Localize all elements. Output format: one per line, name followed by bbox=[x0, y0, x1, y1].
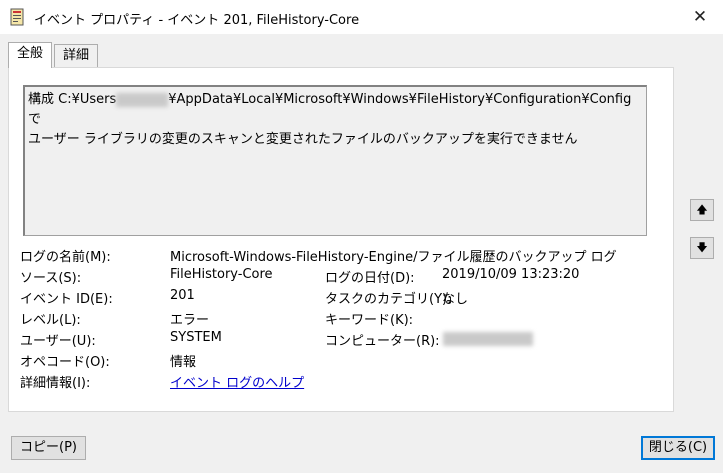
window-title: イベント プロパティ - イベント 201, FileHistory-Core bbox=[34, 13, 360, 28]
event-id-label: イベント ID(E): bbox=[20, 292, 113, 307]
opcode-label: オペコード(O): bbox=[20, 355, 110, 370]
close-icon: ✕ bbox=[692, 7, 708, 27]
event-id-value[interactable]: 201 bbox=[170, 288, 195, 303]
task-category-value[interactable]: なし bbox=[442, 288, 468, 307]
previous-event-button[interactable]: 🡅 bbox=[690, 199, 714, 221]
general-tab-panel: 構成 C:¥Users ¥AppData¥Local¥Microsoft¥Wind… bbox=[8, 67, 674, 412]
level-label: レベル(L): bbox=[20, 313, 81, 328]
more-info-label: 詳細情報(I): bbox=[20, 376, 91, 391]
keywords-label: キーワード(K): bbox=[325, 313, 414, 328]
title-bar: イベント プロパティ - イベント 201, FileHistory-Core … bbox=[0, 0, 723, 34]
description-prefix: 構成 C:¥Users bbox=[28, 92, 117, 107]
tab-details[interactable]: 詳細 bbox=[54, 44, 99, 67]
log-name-label: ログの名前(M): bbox=[20, 250, 111, 265]
description-line-2: ユーザー ライブラリの変更のスキャンと変更されたファイルのバックアップを実行でき… bbox=[28, 132, 578, 147]
event-log-help-link[interactable]: イベント ログのヘルプ bbox=[170, 372, 304, 391]
next-event-button[interactable]: 🡇 bbox=[690, 237, 714, 259]
event-description[interactable]: 構成 C:¥Users ¥AppData¥Local¥Microsoft¥Wind… bbox=[23, 85, 647, 236]
arrow-up-icon: 🡅 bbox=[696, 203, 708, 216]
user-label: ユーザー(U): bbox=[20, 334, 96, 349]
close-window-button[interactable]: ✕ bbox=[677, 0, 723, 34]
close-button[interactable]: 閉じる(C) bbox=[641, 436, 715, 460]
arrow-down-icon: 🡇 bbox=[696, 241, 708, 254]
opcode-value[interactable]: 情報 bbox=[170, 351, 196, 370]
logged-label: ログの日付(D): bbox=[325, 271, 415, 286]
computer-label: コンピューター(R): bbox=[325, 334, 440, 349]
level-value[interactable]: エラー bbox=[170, 309, 209, 328]
task-category-label: タスクのカテゴリ(Y): bbox=[325, 292, 452, 307]
redacted-computer-value bbox=[443, 332, 533, 346]
tab-general[interactable]: 全般 bbox=[8, 42, 53, 68]
copy-button[interactable]: コピー(P) bbox=[11, 436, 86, 460]
redacted-username bbox=[116, 92, 169, 107]
event-viewer-icon bbox=[10, 8, 24, 26]
source-label: ソース(S): bbox=[20, 271, 82, 286]
logged-value[interactable]: 2019/10/09 13:23:20 bbox=[442, 267, 579, 282]
source-value[interactable]: FileHistory-Core bbox=[170, 267, 273, 282]
user-value[interactable]: SYSTEM bbox=[170, 330, 222, 345]
log-name-value[interactable]: Microsoft-Windows-FileHistory-Engine/ファイ… bbox=[170, 246, 617, 265]
